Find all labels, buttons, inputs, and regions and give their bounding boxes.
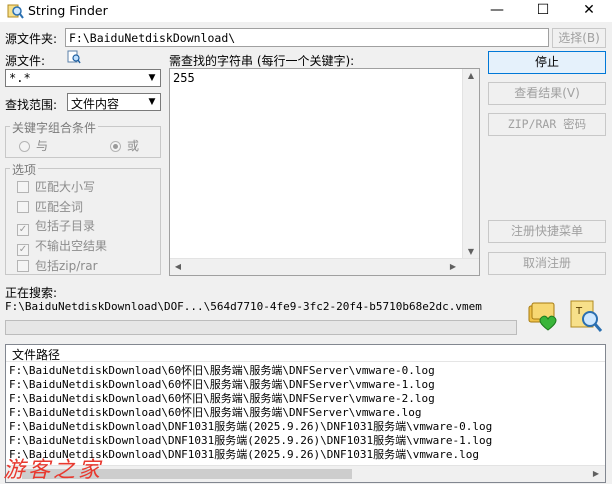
checkbox-no-empty[interactable]: ✓ 不输出空结果	[17, 237, 107, 256]
checkbox-label: 匹配大小写	[35, 180, 96, 194]
status-label: 正在搜索:	[5, 286, 58, 300]
results-header: 文件路径	[6, 345, 605, 362]
maximize-button[interactable]: ☐	[520, 0, 566, 22]
source-folder-input[interactable]: F:\BaiduNetdiskDownload\	[65, 28, 549, 47]
search-progress-bar	[5, 320, 517, 335]
keywords-textarea[interactable]: 255 ▲ ▼ ◀ ▶	[169, 68, 480, 276]
checkbox-label: 匹配全词	[35, 200, 84, 214]
table-row[interactable]: F:\BaiduNetdiskDownload\60怀旧\服务端\服务端\DNF…	[9, 364, 603, 378]
scroll-right-icon[interactable]: ▶	[590, 469, 602, 478]
scroll-left-icon[interactable]: ◀	[172, 262, 184, 271]
view-results-button[interactable]: 查看结果(V)	[488, 82, 606, 105]
combine-group-title: 关键字组合条件	[10, 119, 99, 136]
checkbox-label: 包括zip/rar	[35, 259, 98, 273]
checkbox-label: 不输出空结果	[35, 239, 108, 253]
search-range-value: 文件内容	[71, 97, 120, 111]
text-search-icon[interactable]: T	[568, 298, 604, 334]
table-row[interactable]: F:\BaiduNetdiskDownload\DNF1031服务端(2025.…	[9, 420, 603, 434]
magnifier-document-icon[interactable]	[67, 50, 81, 64]
minimize-button[interactable]: —	[474, 0, 520, 22]
checkbox-icon	[17, 201, 29, 213]
table-row[interactable]: F:\BaiduNetdiskDownload\60怀旧\服务端\服务端\DNF…	[9, 406, 603, 420]
checkbox-zip-rar[interactable]: 包括zip/rar	[17, 257, 98, 274]
checkbox-match-case[interactable]: 匹配大小写	[17, 178, 95, 195]
title-bar: String Finder — ☐ ✕	[0, 0, 612, 22]
options-group-title: 选项	[10, 161, 39, 178]
radio-or-label: 或	[127, 139, 140, 153]
app-icon	[6, 2, 24, 20]
window-title: String Finder	[28, 3, 108, 18]
checkbox-whole-word[interactable]: 匹配全词	[17, 198, 83, 215]
table-row[interactable]: F:\BaiduNetdiskDownload\60怀旧\服务端\服务端\DNF…	[9, 392, 603, 406]
scroll-down-icon[interactable]: ▼	[463, 247, 479, 256]
register-menu-button[interactable]: 注册快捷菜单	[488, 220, 606, 243]
stop-button[interactable]: 停止	[488, 51, 606, 74]
keywords-vertical-scrollbar[interactable]: ▲ ▼	[462, 69, 479, 258]
status-path: F:\BaiduNetdiskDownload\DOF...\564d7710-…	[5, 300, 482, 313]
source-files-label: 源文件:	[5, 54, 46, 68]
browse-button[interactable]: 选择(B)	[552, 28, 606, 48]
column-header-file-path[interactable]: 文件路径	[12, 346, 60, 363]
radio-dot-icon	[110, 141, 121, 152]
table-row[interactable]: F:\BaiduNetdiskDownload\DNF1031服务端(2025.…	[9, 434, 603, 448]
keywords-text: 255	[173, 71, 195, 85]
checkbox-icon	[17, 181, 29, 193]
chevron-down-icon: ▼	[148, 73, 156, 83]
checkbox-icon	[17, 260, 29, 272]
chevron-down-icon: ▼	[148, 97, 156, 107]
scroll-right-icon[interactable]: ▶	[447, 262, 459, 271]
watermark-text: 游客之家	[3, 458, 104, 483]
keywords-horizontal-scrollbar[interactable]: ◀ ▶	[170, 258, 479, 275]
checkbox-label: 包括子目录	[35, 219, 96, 233]
check-icon: ✓	[17, 244, 29, 256]
scroll-up-icon[interactable]: ▲	[463, 71, 479, 80]
favorites-heart-icon[interactable]	[526, 300, 560, 334]
zip-password-button[interactable]: ZIP/RAR 密码	[488, 113, 606, 136]
keywords-label: 需查找的字符串 (每行一个关键字):	[169, 54, 355, 68]
checkbox-subdirs[interactable]: ✓ 包括子目录	[17, 217, 95, 236]
source-files-value: *.*	[9, 71, 31, 85]
source-folder-label: 源文件夹:	[5, 32, 58, 46]
radio-or[interactable]: 或	[110, 137, 139, 154]
svg-text:T: T	[575, 306, 583, 317]
results-rows: F:\BaiduNetdiskDownload\60怀旧\服务端\服务端\DNF…	[9, 364, 603, 462]
search-range-label: 查找范围:	[5, 98, 58, 112]
table-row[interactable]: F:\BaiduNetdiskDownload\60怀旧\服务端\服务端\DNF…	[9, 378, 603, 392]
search-range-combo[interactable]: 文件内容 ▼	[67, 93, 161, 111]
radio-and[interactable]: 与	[19, 137, 48, 154]
radio-and-label: 与	[36, 139, 49, 153]
close-button[interactable]: ✕	[566, 0, 612, 22]
source-files-combo[interactable]: *.* ▼	[5, 69, 161, 87]
check-icon: ✓	[17, 224, 29, 236]
unregister-button[interactable]: 取消注册	[488, 252, 606, 275]
radio-dot-icon	[19, 141, 30, 152]
